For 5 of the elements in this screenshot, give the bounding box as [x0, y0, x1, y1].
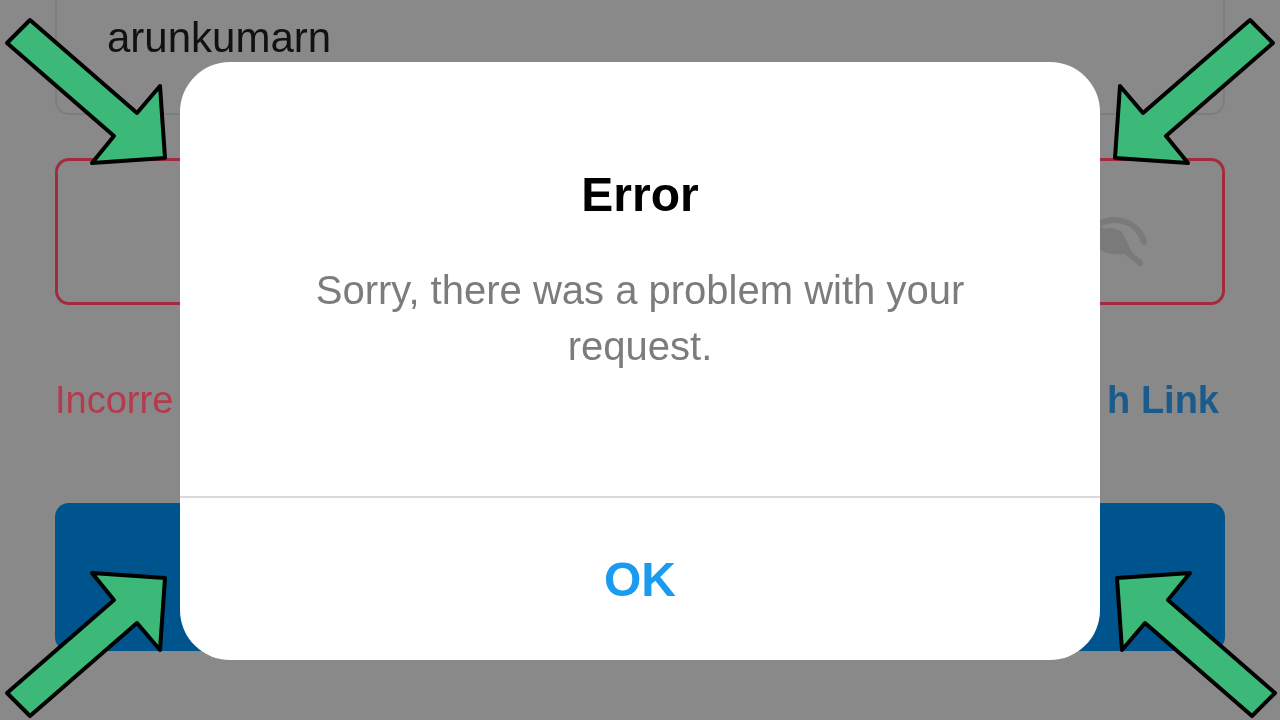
- dialog-message: Sorry, there was a problem with your request.: [314, 267, 966, 370]
- ok-button[interactable]: OK: [180, 498, 1100, 660]
- link[interactable]: h Link: [1107, 378, 1225, 422]
- error-text: Incorre: [55, 378, 174, 422]
- dialog-title: Error: [581, 167, 699, 222]
